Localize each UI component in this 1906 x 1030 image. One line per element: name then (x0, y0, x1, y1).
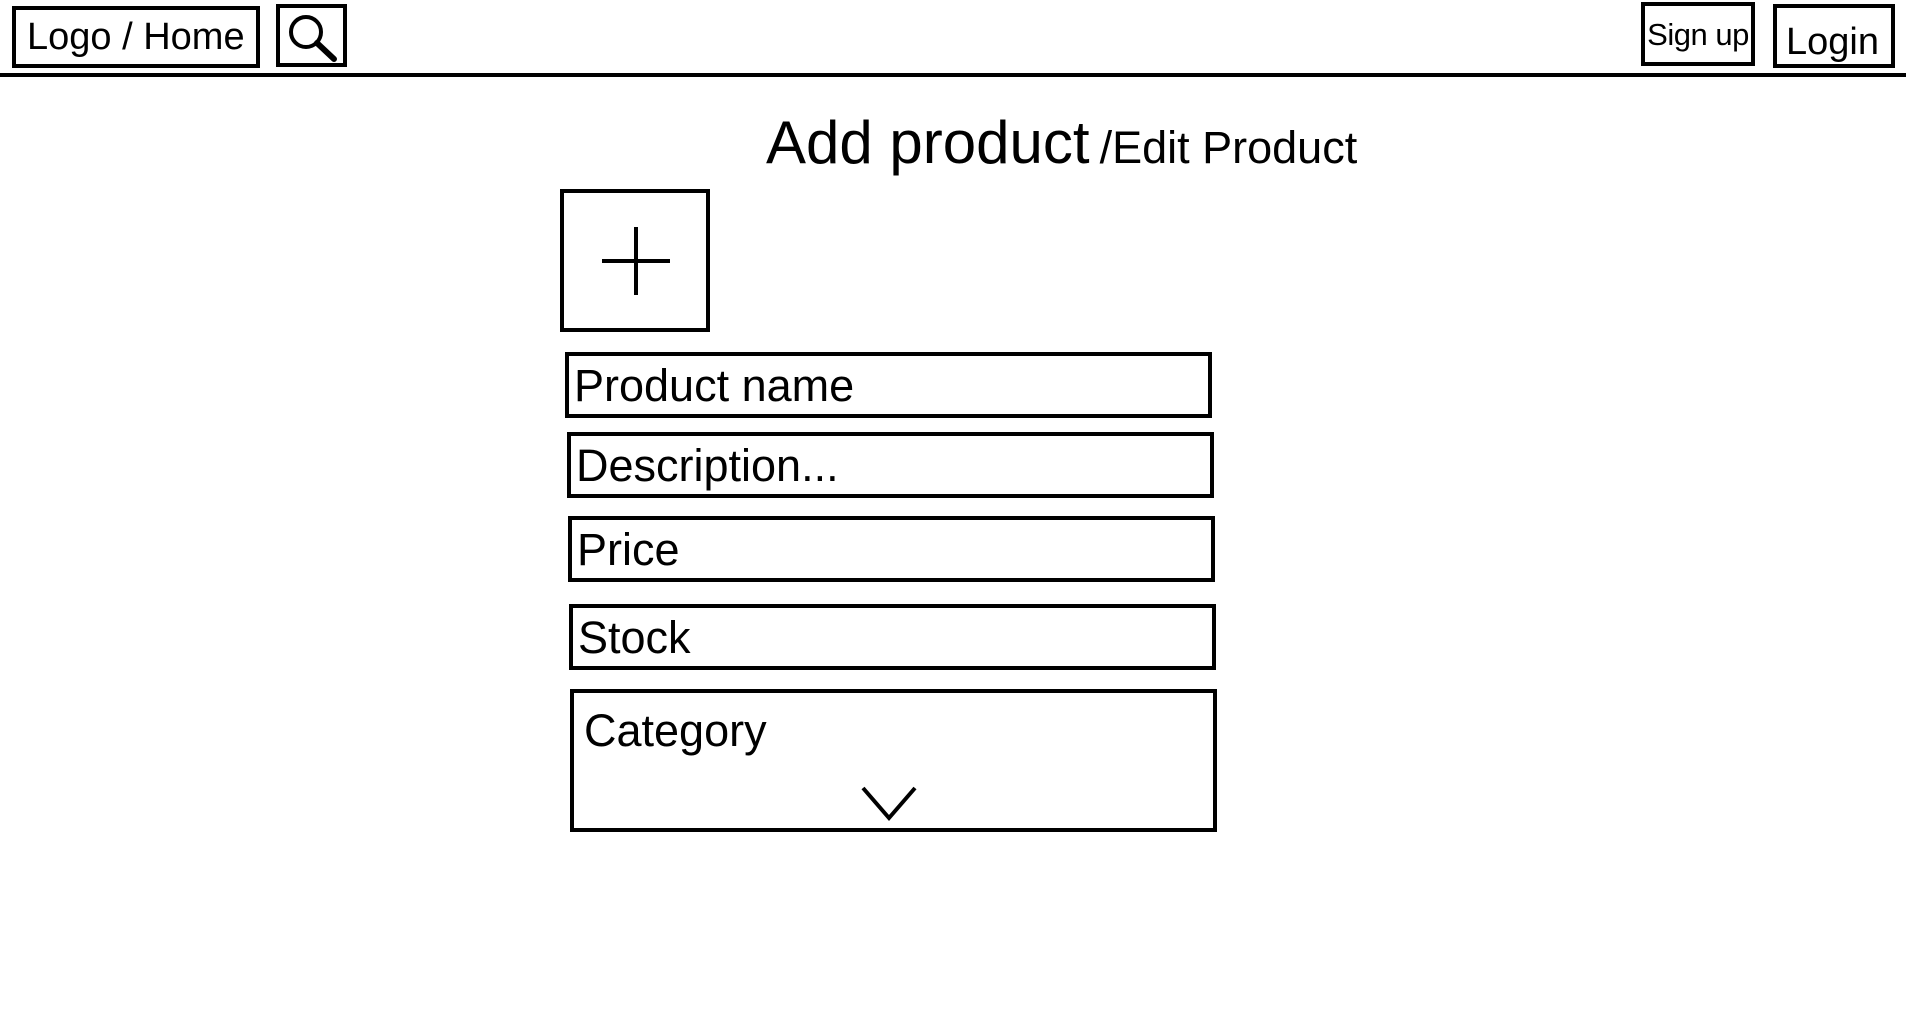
header-divider (0, 73, 1906, 77)
chevron-down-icon (861, 786, 917, 822)
plus-icon (602, 227, 670, 295)
page-title: Add product/Edit Product (766, 108, 1357, 177)
price-input[interactable]: Price (568, 516, 1215, 582)
login-button[interactable]: Login (1773, 4, 1895, 68)
page-title-main: Add product (766, 109, 1090, 176)
sign-up-button[interactable]: Sign up (1641, 2, 1755, 66)
search-icon (289, 15, 337, 62)
page-title-sub: /Edit Product (1099, 122, 1358, 173)
stock-input[interactable]: Stock (569, 604, 1216, 670)
category-label: Category (584, 705, 767, 756)
category-select[interactable]: Category (570, 689, 1217, 832)
product-name-input[interactable]: Product name (565, 352, 1212, 418)
add-image-button[interactable] (560, 189, 710, 332)
logo-home-link[interactable]: Logo / Home (12, 6, 260, 68)
search-button[interactable] (276, 4, 347, 67)
description-input[interactable]: Description... (567, 432, 1214, 498)
